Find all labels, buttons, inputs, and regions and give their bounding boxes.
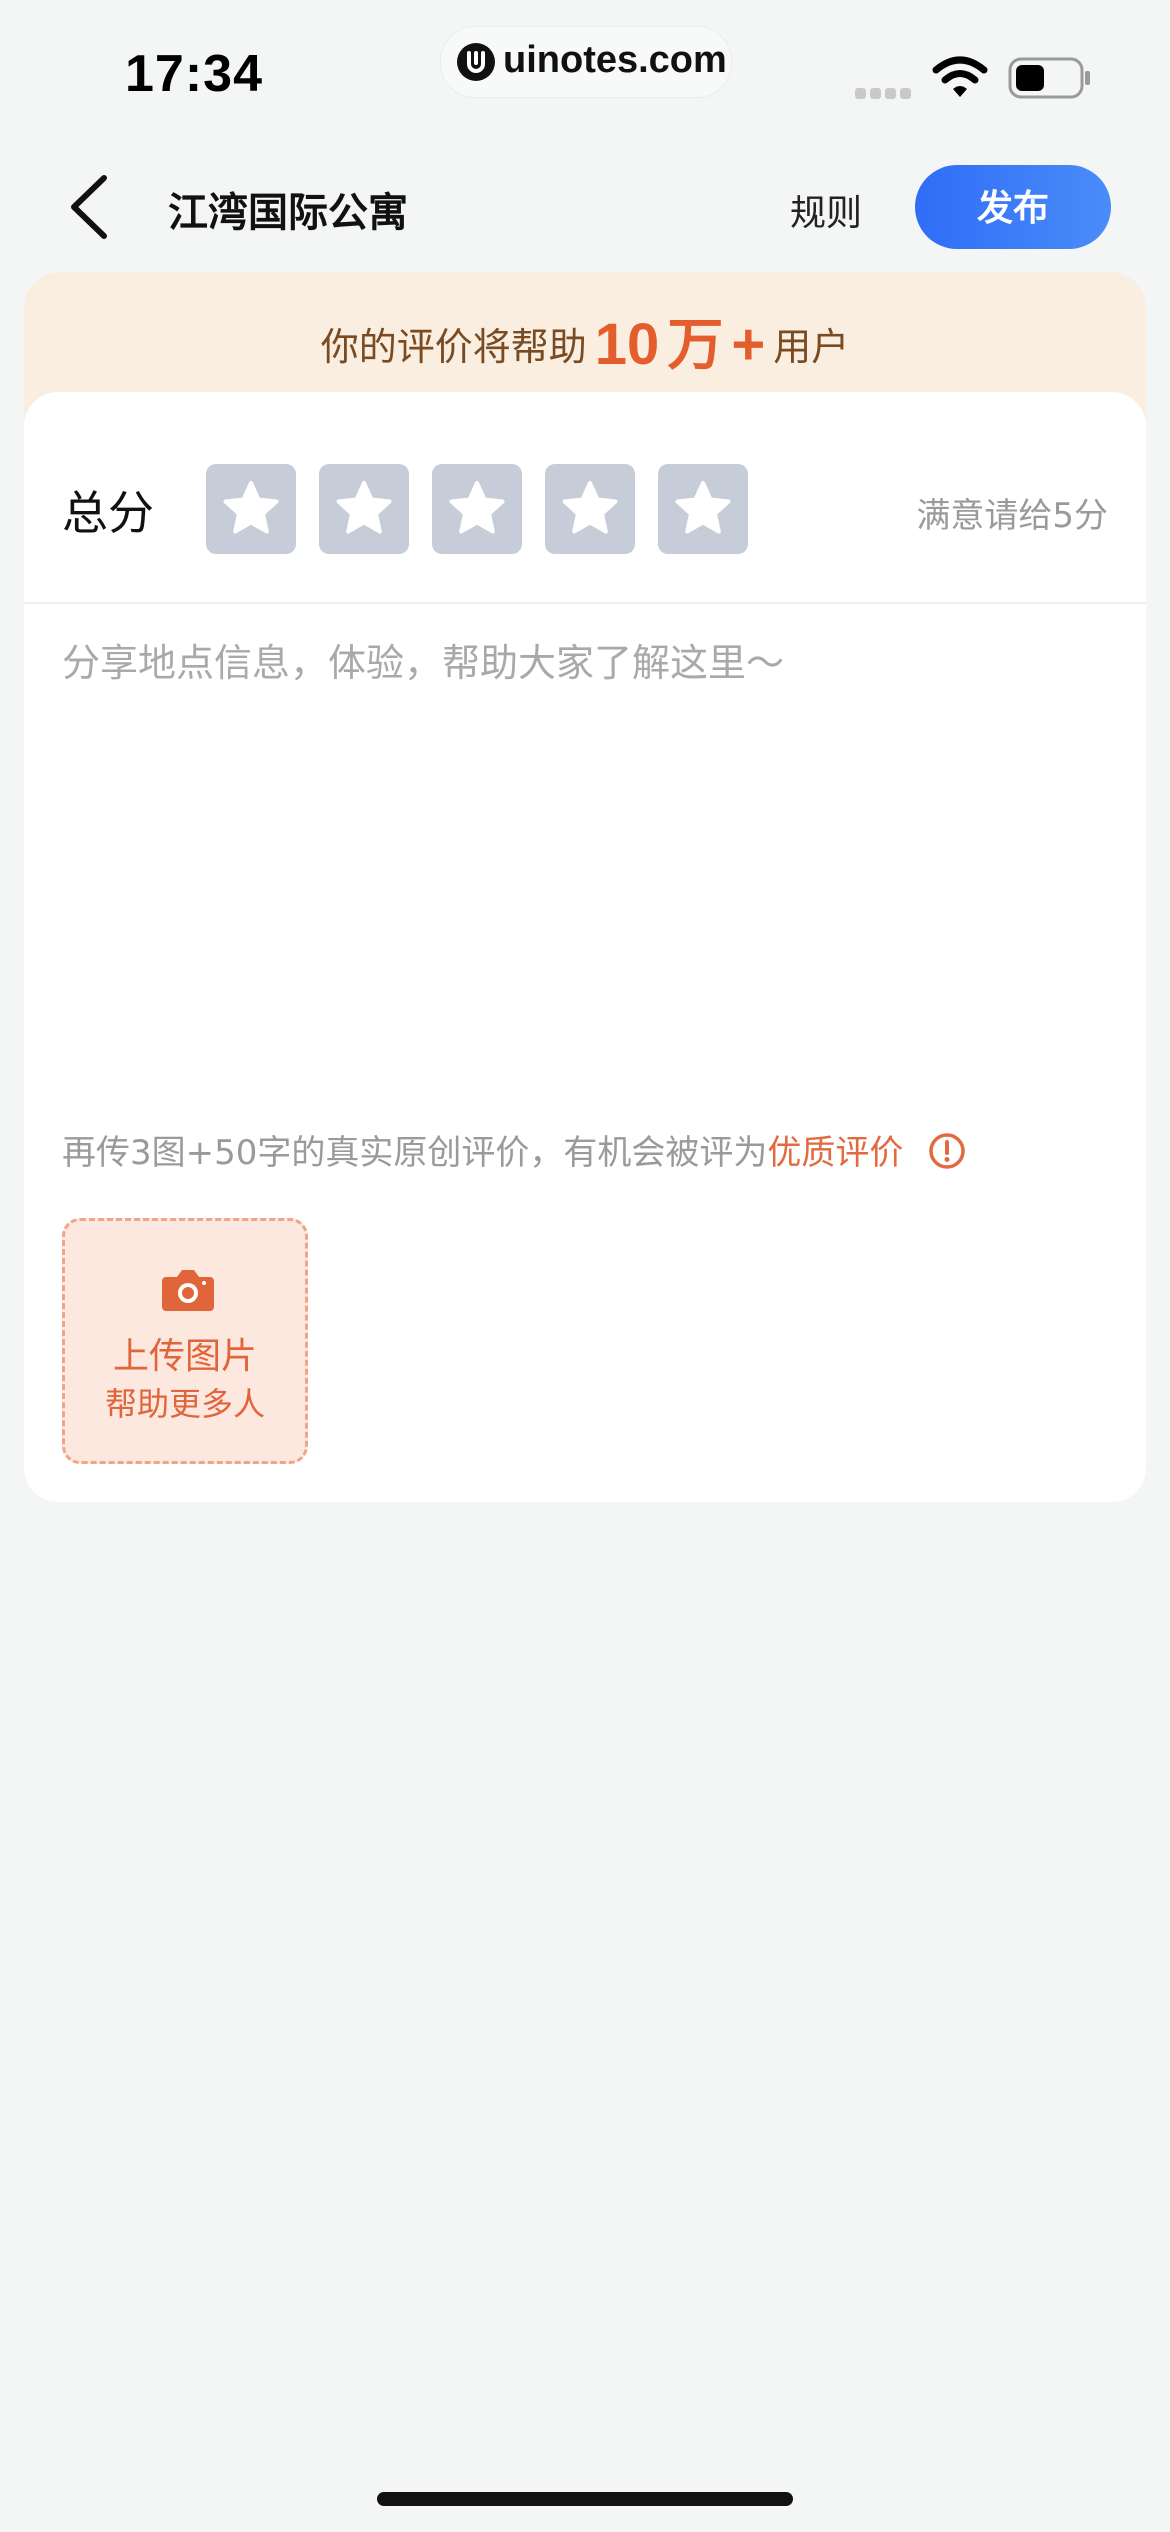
nav-bar: 江湾国际公寓 规则 发布 [0, 150, 1170, 265]
info-icon[interactable] [928, 1132, 966, 1170]
score-label: 总分 [62, 486, 154, 540]
upload-label: 上传图片 [112, 1336, 257, 1377]
back-arrow-icon[interactable] [62, 172, 122, 242]
star-4-button[interactable] [545, 464, 635, 554]
quality-tip-text: 再传3图+50字的真实原创评价，有机会被评为 [62, 1133, 768, 1173]
star-icon [223, 481, 279, 534]
review-card: 你的评价将帮助10万+用户 总分 满意请给5分 再传3图+50字的真实原创评价，… [24, 272, 1146, 1502]
banner-suffix: 用户 [773, 325, 850, 369]
cellular-signal-icon [855, 84, 915, 103]
banner-count-unit: 万 [667, 313, 724, 378]
banner-count-number: 10 [594, 312, 660, 377]
star-2-button[interactable] [319, 464, 409, 554]
star-icon [336, 481, 392, 534]
home-indicator [377, 2492, 793, 2506]
camera-icon [162, 1270, 214, 1311]
battery-icon [1008, 57, 1090, 99]
watermark-text: uinotes.com [503, 39, 727, 81]
publish-button[interactable]: 发布 [915, 165, 1111, 249]
star-icon [562, 481, 618, 534]
page-title: 江湾国际公寓 [168, 190, 408, 236]
upload-photo-button[interactable]: 上传图片 帮助更多人 [62, 1218, 308, 1464]
rules-link[interactable]: 规则 [790, 184, 862, 236]
review-text-input[interactable] [62, 632, 1102, 1052]
star-icon [675, 481, 731, 534]
star-5-button[interactable] [658, 464, 748, 554]
upload-sublabel: 帮助更多人 [104, 1385, 265, 1423]
quality-tip: 再传3图+50字的真实原创评价，有机会被评为优质评价 [62, 1125, 966, 1174]
star-3-button[interactable] [432, 464, 522, 554]
wifi-icon [932, 56, 988, 97]
status-bar: 17:34 uinotes.com [0, 0, 1170, 140]
divider [24, 602, 1146, 604]
score-hint: 满意请给5分 [916, 496, 1108, 536]
review-form: 总分 满意请给5分 再传3图+50字的真实原创评价，有机会被评为优质评价 上传图… [24, 392, 1146, 1502]
quality-review-link[interactable]: 优质评价 [767, 1133, 903, 1173]
star-1-button[interactable] [206, 464, 296, 554]
watermark-pill: uinotes.com [440, 26, 732, 98]
star-rating[interactable] [206, 464, 766, 556]
status-time: 17:34 [125, 45, 263, 103]
banner-prefix: 你的评价将帮助 [320, 325, 587, 369]
star-icon [449, 481, 505, 534]
banner-text: 你的评价将帮助 10 万 + 用户 [24, 300, 1146, 381]
watermark-logo-icon [457, 43, 495, 81]
banner-plus: + [731, 312, 766, 377]
